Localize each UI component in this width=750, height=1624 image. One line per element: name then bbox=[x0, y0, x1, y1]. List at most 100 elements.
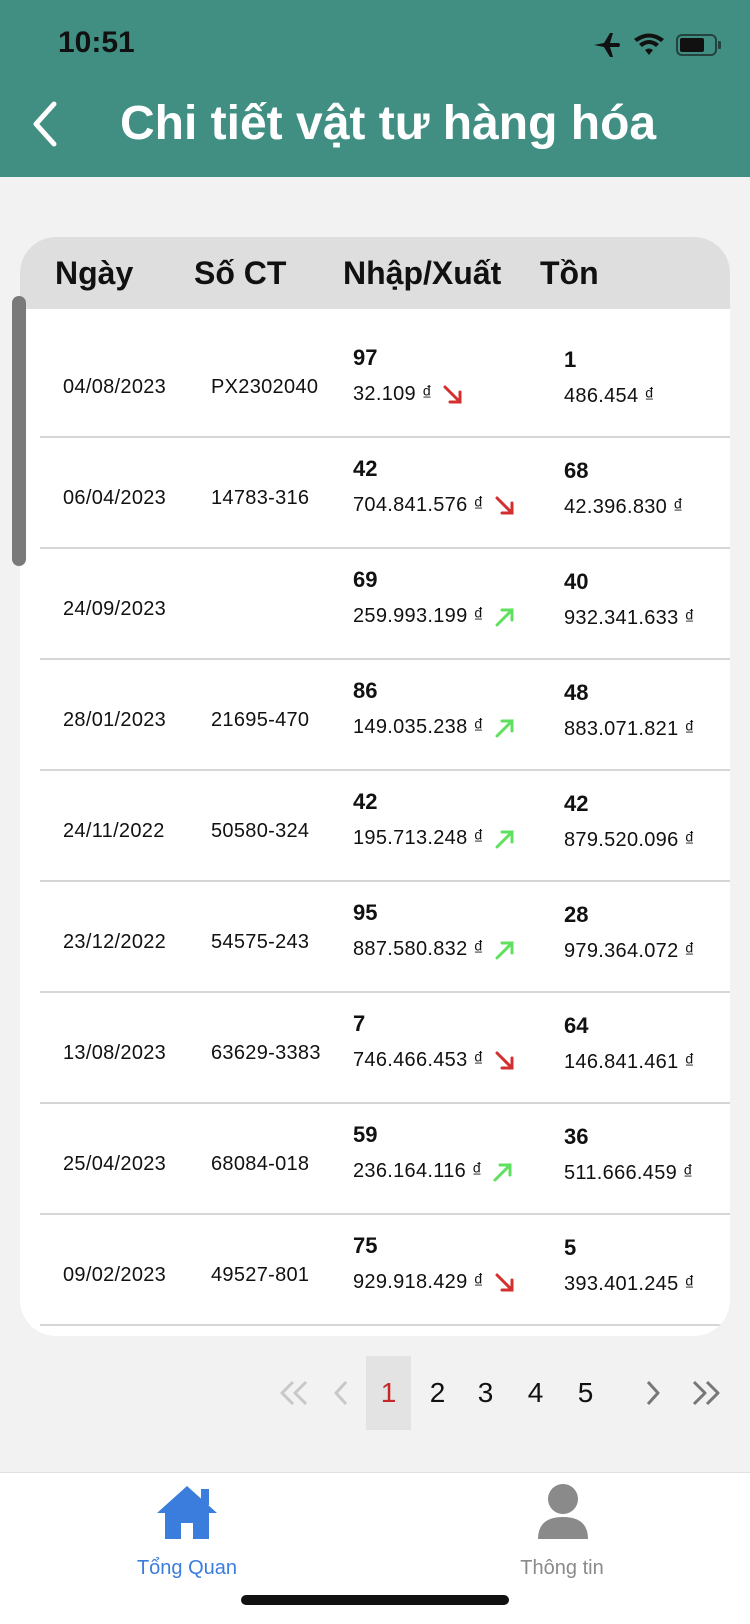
back-button[interactable] bbox=[26, 96, 76, 152]
page-1[interactable]: 1 bbox=[366, 1356, 411, 1430]
row-stock-qty: 28 bbox=[564, 902, 589, 927]
row-stock-amount: 393.401.245 ₫ bbox=[564, 1273, 695, 1295]
row-stock-qty: 5 bbox=[564, 1235, 577, 1260]
row-in-out-amount-text: 704.841.576 ₫ bbox=[353, 494, 484, 516]
nav-tab-info[interactable]: Thông tin bbox=[462, 1483, 662, 1583]
double-chevron-right-icon bbox=[692, 1380, 720, 1406]
row-stock-amount: 511.666.459 ₫ bbox=[564, 1162, 694, 1184]
arrow-down-right-icon bbox=[495, 1273, 514, 1291]
row-date: 06/04/2023 bbox=[63, 487, 167, 509]
row-stock-qty: 48 bbox=[564, 680, 589, 705]
row-in-out-amount-text: 195.713.248 ₫ bbox=[353, 827, 484, 849]
stock-table-card: Ngày Số CT Nhập/Xuất Tồn 04/08/2023 PX230… bbox=[20, 237, 730, 1336]
page-5[interactable]: 5 bbox=[568, 1356, 603, 1430]
row-date: 24/11/2022 bbox=[63, 820, 165, 842]
row-in-out-amount-text: 32.109 ₫ bbox=[353, 383, 433, 405]
table-row[interactable]: 04/08/2023 PX2302040 97 32.109 ₫ 1 486.454 ₫ bbox=[40, 327, 730, 438]
row-date: 25/04/2023 bbox=[63, 1153, 167, 1175]
row-doc-number: 68084-018 bbox=[211, 1153, 310, 1175]
nav-tab-overview[interactable]: Tổng Quan bbox=[87, 1483, 287, 1583]
row-in-out-qty: 7 bbox=[353, 1011, 366, 1036]
double-chevron-left-icon bbox=[280, 1380, 308, 1406]
row-stock-amount: 146.841.461 ₫ bbox=[564, 1051, 695, 1073]
column-header-stock: Tồn bbox=[540, 255, 599, 291]
row-in-out-qty: 69 bbox=[353, 567, 378, 592]
row-doc-number: PX2302040 bbox=[211, 376, 319, 398]
arrow-up-right-icon bbox=[495, 941, 514, 959]
arrow-down-right-icon bbox=[495, 1051, 514, 1069]
table-row[interactable]: 13/08/2023 63629-3383 7 746.466.453 ₫ 64 146.… bbox=[40, 993, 730, 1104]
row-doc-number: 14783-316 bbox=[211, 487, 310, 509]
row-in-out-amount: 32.109 ₫ bbox=[353, 383, 464, 406]
row-date: 23/12/2022 bbox=[63, 931, 167, 953]
chevron-left-icon bbox=[33, 101, 57, 147]
arrow-down-right-icon bbox=[495, 496, 514, 514]
arrow-up-right-icon bbox=[495, 830, 514, 848]
nav-label-overview: Tổng Quan bbox=[136, 1557, 238, 1579]
status-time: 10:51 bbox=[58, 26, 135, 59]
row-stock-amount: 979.364.072 ₫ bbox=[564, 940, 695, 962]
row-in-out-amount: 149.035.238 ₫ bbox=[353, 716, 516, 739]
row-in-out-amount-text: 929.918.429 ₫ bbox=[353, 1271, 484, 1293]
row-stock-qty: 64 bbox=[564, 1013, 589, 1038]
chevron-left-icon bbox=[334, 1380, 348, 1406]
row-in-out-qty: 42 bbox=[353, 789, 378, 814]
home-indicator bbox=[241, 1595, 509, 1605]
last-page-button[interactable] bbox=[686, 1356, 726, 1430]
app-header: 10:51 Chi tiết vật tư hàng hóa bbox=[0, 0, 750, 177]
row-in-out-amount: 746.466.453 ₫ bbox=[353, 1049, 516, 1072]
row-in-out-amount-text: 236.164.116 ₫ bbox=[353, 1160, 483, 1182]
row-in-out-amount: 259.993.199 ₫ bbox=[353, 605, 516, 628]
row-doc-number: 49527-801 bbox=[211, 1264, 310, 1286]
pagination: 1 2 3 4 5 bbox=[0, 1356, 750, 1430]
page-4[interactable]: 4 bbox=[518, 1356, 553, 1430]
row-date: 28/01/2023 bbox=[63, 709, 167, 731]
page-3[interactable]: 3 bbox=[468, 1356, 503, 1430]
page-title: Chi tiết vật tư hàng hóa bbox=[120, 97, 657, 150]
table-row[interactable]: 23/12/2022 54575-243 95 887.580.832 ₫ 28 979.… bbox=[40, 882, 730, 993]
arrow-down-right-icon bbox=[443, 385, 462, 403]
row-doc-number: 54575-243 bbox=[211, 931, 310, 953]
table-row[interactable]: 24/11/2022 50580-324 42 195.713.248 ₫ 42 879.… bbox=[40, 771, 730, 882]
row-stock-qty: 40 bbox=[564, 569, 589, 594]
arrow-up-right-icon bbox=[495, 608, 514, 626]
row-doc-number: 21695-470 bbox=[211, 709, 310, 731]
arrow-up-right-icon bbox=[495, 719, 514, 737]
row-date: 24/09/2023 bbox=[63, 598, 167, 620]
row-in-out-qty: 75 bbox=[353, 1233, 378, 1258]
next-page-button[interactable] bbox=[640, 1356, 666, 1430]
arrow-up-right-icon bbox=[493, 1163, 512, 1181]
row-in-out-qty: 97 bbox=[353, 345, 378, 370]
row-in-out-amount: 236.164.116 ₫ bbox=[353, 1160, 514, 1183]
row-stock-amount: 486.454 ₫ bbox=[564, 385, 655, 407]
table-header: Ngày Số CT Nhập/Xuất Tồn bbox=[20, 237, 730, 309]
column-header-in-out: Nhập/Xuất bbox=[343, 255, 502, 291]
row-stock-amount: 883.071.821 ₫ bbox=[564, 718, 695, 740]
column-header-date: Ngày bbox=[55, 255, 134, 291]
row-stock-amount: 932.341.633 ₫ bbox=[564, 607, 695, 629]
row-doc-number: 50580-324 bbox=[211, 820, 310, 842]
table-row[interactable]: 24/09/2023 69 259.993.199 ₫ 40 932.341.633 ₫ bbox=[40, 549, 730, 660]
airplane-icon bbox=[594, 33, 620, 57]
prev-page-button[interactable] bbox=[328, 1356, 354, 1430]
row-date: 09/02/2023 bbox=[63, 1264, 167, 1286]
row-in-out-amount-text: 887.580.832 ₫ bbox=[353, 938, 484, 960]
row-in-out-amount: 887.580.832 ₫ bbox=[353, 938, 516, 961]
table-row[interactable]: 25/04/2023 68084-018 59 236.164.116 ₫ 36 511.… bbox=[40, 1104, 730, 1215]
row-in-out-amount-text: 259.993.199 ₫ bbox=[353, 605, 484, 627]
wifi-icon bbox=[634, 33, 664, 55]
table-row[interactable]: 09/02/2023 49527-801 75 929.918.429 ₫ 5 393.4… bbox=[40, 1215, 730, 1326]
table-row[interactable]: 06/04/2023 14783-316 42 704.841.576 ₫ 68 42.3… bbox=[40, 438, 730, 549]
row-in-out-qty: 59 bbox=[353, 1122, 378, 1147]
battery-icon bbox=[676, 34, 721, 56]
scrollbar[interactable] bbox=[12, 296, 26, 566]
first-page-button[interactable] bbox=[274, 1356, 314, 1430]
row-in-out-qty: 95 bbox=[353, 900, 378, 925]
row-stock-amount: 879.520.096 ₫ bbox=[564, 829, 695, 851]
row-stock-qty: 42 bbox=[564, 791, 589, 816]
row-in-out-amount: 929.918.429 ₫ bbox=[353, 1271, 516, 1294]
page-2[interactable]: 2 bbox=[420, 1356, 455, 1430]
row-date: 13/08/2023 bbox=[63, 1042, 167, 1064]
row-in-out-qty: 42 bbox=[353, 456, 378, 481]
table-row[interactable]: 28/01/2023 21695-470 86 149.035.238 ₫ 48 883.… bbox=[40, 660, 730, 771]
